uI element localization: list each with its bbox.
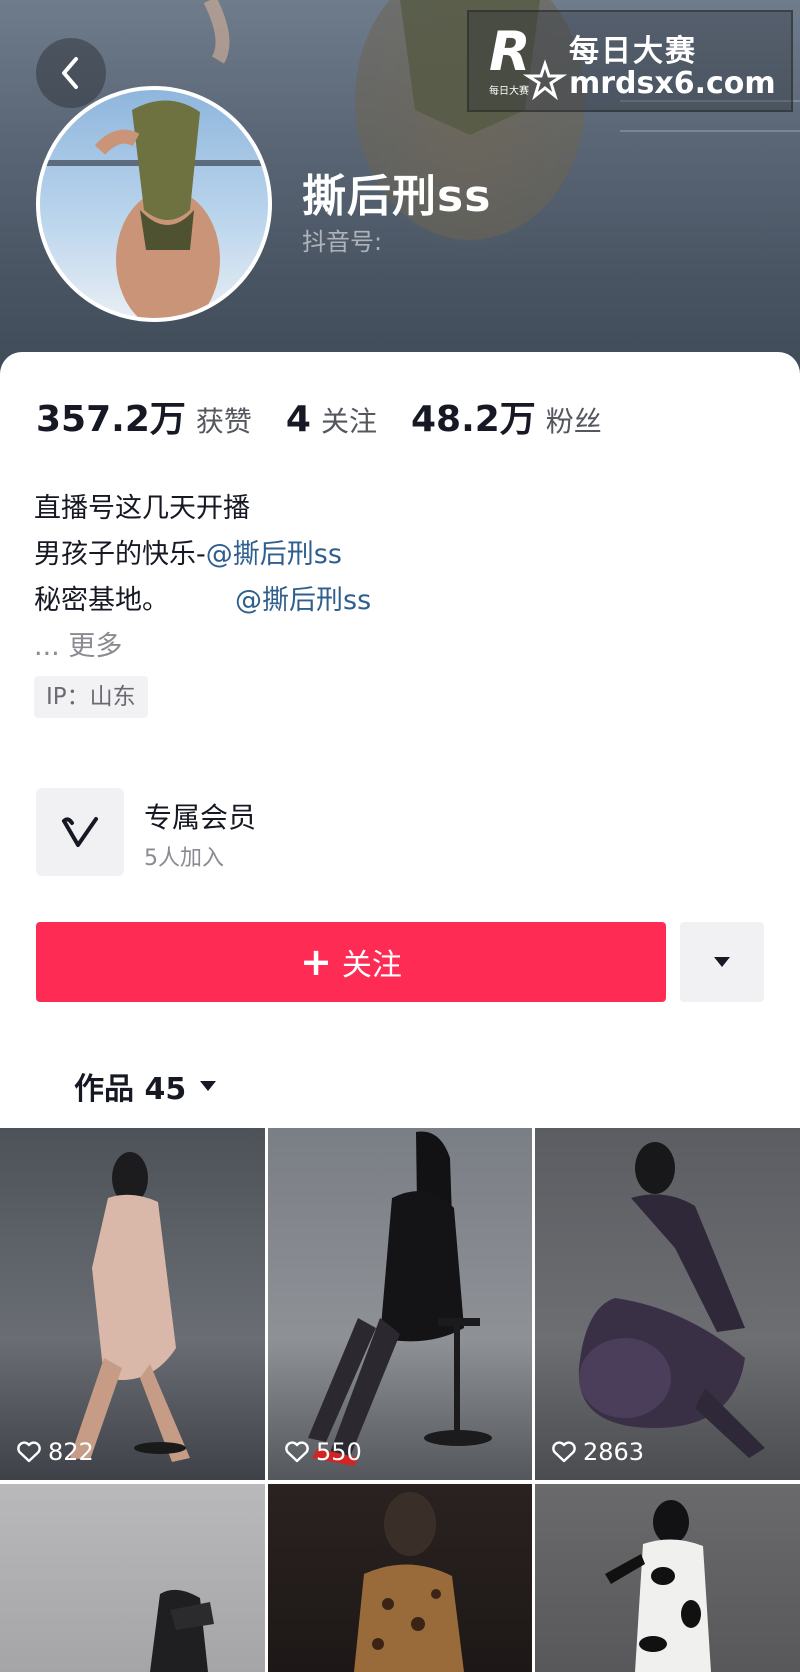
likes-count[interactable]: 357.2万 [36, 390, 186, 442]
posts-grid: 822 550 2863 [0, 1128, 800, 1672]
profile-nickname: 撕后刑ss [302, 171, 492, 222]
watermark-url: mrdsx6.com [569, 66, 776, 101]
profile-header: 撕后刑ss 抖音号: R 每日大赛 每日大赛 mrdsx6.com [0, 0, 800, 400]
chevron-left-icon [62, 57, 78, 89]
bio-text: 秘密基地。 [34, 585, 169, 616]
membership-subtitle: 5人加入 [144, 846, 224, 871]
post-image [308, 1131, 492, 1466]
caret-down-icon [714, 957, 730, 967]
bio-line: 男孩子的快乐-@撕后刑ss [34, 532, 371, 578]
exclusive-membership-entry[interactable]: 专属会员 5人加入 [36, 788, 736, 878]
watermark-logo: R 每日大赛 [489, 20, 567, 101]
post-image [605, 1500, 711, 1672]
bio-more[interactable]: ... 更多 [34, 624, 371, 670]
like-count-text: 822 [48, 1438, 94, 1466]
bio-line: 直播号这几天开播 [34, 493, 250, 524]
following-label[interactable]: 关注 [321, 400, 377, 440]
follow-button[interactable]: + 关注 [36, 922, 666, 1002]
heart-icon [17, 1441, 41, 1463]
post-thumbnail[interactable]: 550 [268, 1128, 532, 1480]
likes-label[interactable]: 获赞 [196, 400, 252, 440]
heart-icon [552, 1441, 576, 1463]
bio-ellipsis: ... [34, 631, 60, 662]
avatar[interactable] [36, 86, 272, 322]
post-image [354, 1492, 464, 1672]
post-thumbnail[interactable] [268, 1484, 532, 1672]
douyin-id-label: 抖音号: [302, 228, 383, 256]
svg-text:R: R [489, 20, 531, 83]
membership-title: 专属会员 [144, 801, 257, 834]
bio-text: 男孩子的快乐- [34, 539, 206, 570]
post-image [70, 1152, 190, 1462]
post-like-count: 550 [284, 1438, 362, 1466]
ip-location-tag: IP：山东 [34, 676, 148, 718]
following-count[interactable]: 4 [286, 399, 311, 440]
bio-more-link[interactable]: 更多 [68, 631, 122, 662]
post-like-count: 2863 [551, 1438, 644, 1466]
followers-count[interactable]: 48.2万 [411, 390, 536, 442]
post-image [578, 1142, 765, 1458]
bio-line: 秘密基地。 @撕后刑ss [34, 578, 371, 624]
bio-mention-link[interactable]: @撕后刑ss [235, 585, 371, 616]
svg-text:每日大赛: 每日大赛 [489, 84, 529, 97]
tab-works-label: 作品 45 [74, 1072, 187, 1107]
watermark-title: 每日大赛 [569, 34, 697, 69]
post-thumbnail[interactable]: 2863 [535, 1128, 800, 1480]
followers-label[interactable]: 粉丝 [546, 400, 602, 440]
recommend-dropdown-button[interactable] [680, 922, 764, 1002]
site-watermark: R 每日大赛 每日大赛 mrdsx6.com [467, 10, 793, 112]
follow-button-label: 关注 [341, 948, 402, 983]
back-button[interactable] [36, 38, 106, 108]
heart-icon [285, 1441, 309, 1463]
v-logo-icon [62, 817, 98, 847]
bio-mention-link[interactable]: @撕后刑ss [206, 539, 342, 570]
post-thumbnail[interactable] [535, 1484, 800, 1672]
like-count-text: 2863 [583, 1438, 645, 1466]
caret-down-icon [200, 1081, 217, 1091]
post-like-count: 822 [16, 1438, 94, 1466]
membership-icon [36, 788, 124, 876]
tab-works[interactable]: 作品 45 [74, 1064, 218, 1108]
post-image [150, 1589, 214, 1672]
post-thumbnail[interactable]: 822 [0, 1128, 265, 1480]
avatar-photo [40, 100, 268, 318]
like-count-text: 550 [316, 1438, 362, 1466]
profile-stats: 357.2万 获赞 4 关注 48.2万 粉丝 [36, 390, 636, 442]
plus-icon: + [300, 940, 332, 984]
profile-bio: 直播号这几天开播 男孩子的快乐-@撕后刑ss 秘密基地。 @撕后刑ss ... 更… [34, 486, 371, 670]
post-thumbnail[interactable] [0, 1484, 265, 1672]
